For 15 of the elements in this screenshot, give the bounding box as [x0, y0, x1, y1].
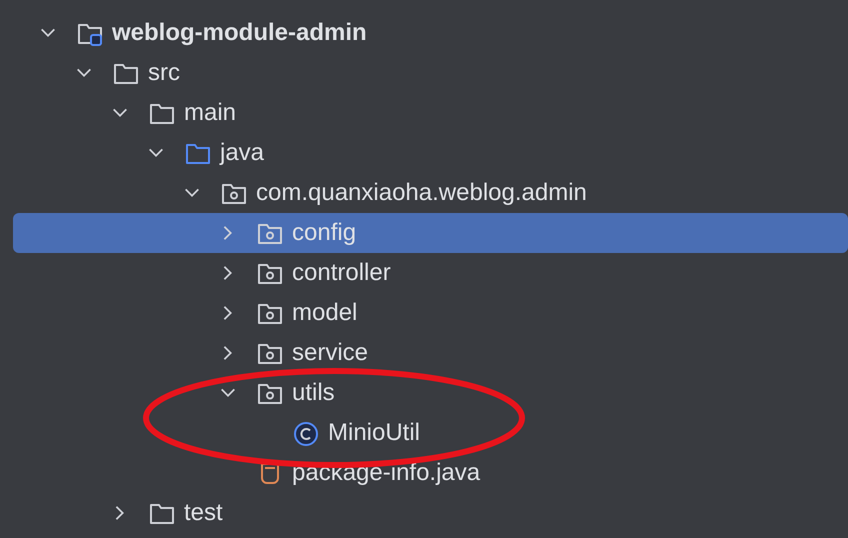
tree-item-label[interactable]: com.quanxiaoha.weblog.admin	[256, 175, 587, 211]
tree-item-label[interactable]: MinioUtil	[328, 415, 420, 451]
tree-item-label[interactable]: main	[184, 95, 236, 131]
tree-item-label[interactable]: src	[148, 55, 180, 91]
tree-item-label[interactable]: model	[292, 295, 358, 331]
tree-item-label[interactable]: service	[292, 335, 368, 371]
tree-item-label[interactable]: config	[292, 215, 356, 251]
tree-item-label[interactable]: java	[220, 135, 264, 171]
selected-row[interactable]: config	[13, 213, 848, 253]
tree-item-label[interactable]: package-info.java	[292, 455, 480, 491]
tree-item-label[interactable]: weblog-module-admin	[112, 15, 367, 51]
tree-item-label[interactable]: controller	[292, 255, 391, 291]
tree-item-label[interactable]: utils	[292, 375, 335, 411]
class-icon	[292, 419, 320, 447]
tree-item-label[interactable]: test	[184, 495, 223, 531]
